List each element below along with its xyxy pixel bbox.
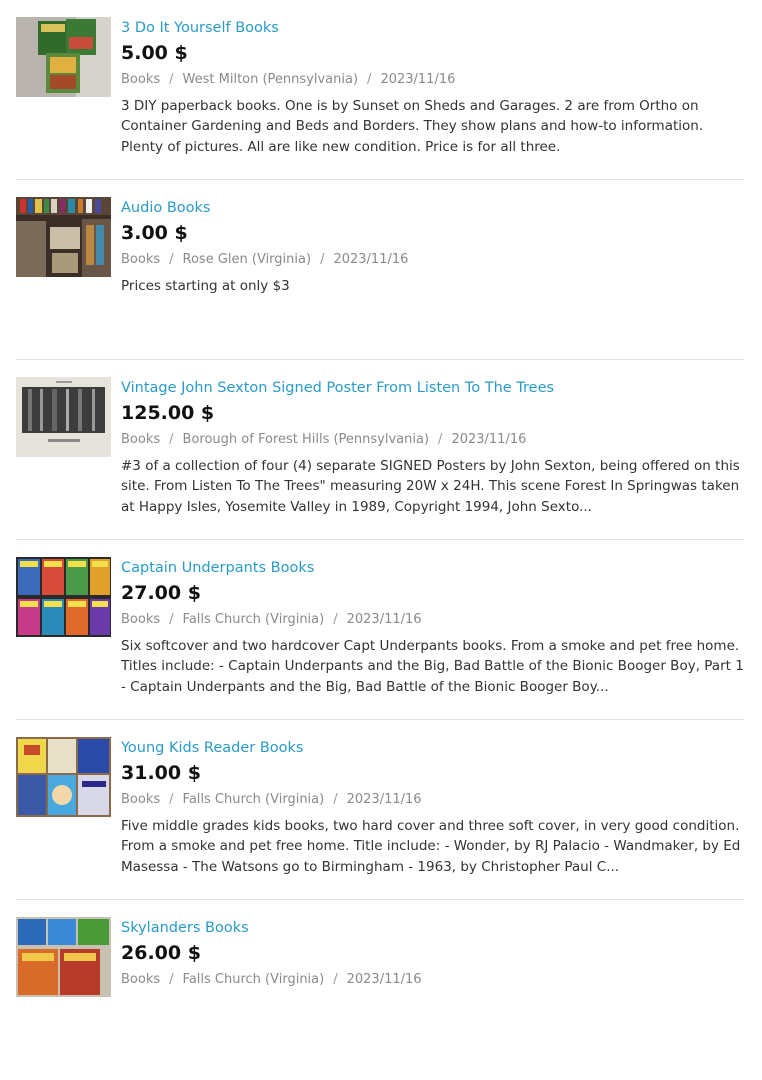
listing-title-link[interactable]: Audio Books [121,196,744,220]
listing-category[interactable]: Books [121,432,160,447]
listing-item: Audio Books 3.00 $ Books / Rose Glen (Virg… [16,180,744,360]
listing-category[interactable]: Books [121,612,160,627]
listing-thumbnail[interactable] [16,197,111,277]
listing-price: 3.00 $ [121,222,188,244]
meta-separator: / [333,972,338,987]
listing-title-link[interactable]: 3 Do It Yourself Books [121,16,744,40]
listing-meta: Books / Borough of Forest Hills (Pennsylva… [121,431,744,449]
listing-location: Falls Church (Virginia) [182,972,325,987]
kids-reader-books-photo-icon [16,737,111,817]
listing-category[interactable]: Books [121,792,160,807]
listing-category[interactable]: Books [121,972,160,987]
listing-title-link[interactable]: Vintage John Sexton Signed Poster From L… [121,376,744,400]
listing-item: Captain Underpants Books 27.00 $ Books / F… [16,540,744,720]
listing-price: 5.00 $ [121,42,188,64]
meta-separator: / [333,792,338,807]
listing-date: 2023/11/16 [451,432,527,447]
listing-description: #3 of a collection of four (4) separate … [121,458,740,515]
listing-location: Borough of Forest Hills (Pennsylvania) [182,432,430,447]
captain-underpants-books-photo-icon [16,557,111,637]
listing-thumbnail[interactable] [16,377,111,457]
listing-category[interactable]: Books [121,72,160,87]
listing-meta: Books / Falls Church (Virginia) / 2023/11/16 [121,791,744,809]
listing-description: Prices starting at only $3 [121,278,290,294]
meta-separator: / [169,432,174,447]
listing-price: 31.00 $ [121,762,201,784]
listing-date: 2023/11/16 [346,612,422,627]
listing-thumbnail[interactable] [16,917,111,997]
meta-separator: / [169,612,174,627]
listing-item: Young Kids Reader Books 31.00 $ Books / Fa… [16,720,744,900]
listing-meta: Books / Falls Church (Virginia) / 2023/11/16 [121,611,744,629]
listing-location: Falls Church (Virginia) [182,792,325,807]
meta-separator: / [367,72,372,87]
listing-thumbnail[interactable] [16,737,111,817]
listing-title-link[interactable]: Young Kids Reader Books [121,736,744,760]
listing-category[interactable]: Books [121,252,160,267]
diy-books-photo-icon [16,17,111,97]
meta-separator: / [438,432,443,447]
listing-meta: Books / Falls Church (Virginia) / 2023/11/16 [121,971,744,989]
meta-separator: / [320,252,325,267]
listing-date: 2023/11/16 [346,972,422,987]
listing-title-link[interactable]: Skylanders Books [121,916,744,940]
listing-thumbnail[interactable] [16,17,111,97]
meta-separator: / [169,792,174,807]
listing-item: 3 Do It Yourself Books 5.00 $ Books / West… [16,0,744,180]
listing-meta: Books / Rose Glen (Virginia) / 2023/11/16 [121,251,744,269]
listing-item: Skylanders Books 26.00 $ Books / Falls Chu… [16,900,744,1080]
listing-title-link[interactable]: Captain Underpants Books [121,556,744,580]
listing-price: 27.00 $ [121,582,201,604]
listing-location: Falls Church (Virginia) [182,612,325,627]
meta-separator: / [333,612,338,627]
listing-date: 2023/11/16 [333,252,409,267]
meta-separator: / [169,252,174,267]
listing-description: Six softcover and two hardcover Capt Und… [121,638,744,695]
listing-description: Five middle grades kids books, two hard … [121,818,741,875]
listing-date: 2023/11/16 [380,72,456,87]
listing-date: 2023/11/16 [346,792,422,807]
listing-location: Rose Glen (Virginia) [182,252,312,267]
skylanders-books-photo-icon [16,917,111,997]
meta-separator: / [169,72,174,87]
listing-thumbnail[interactable] [16,557,111,637]
listing-price: 125.00 $ [121,402,215,424]
listing-meta: Books / West Milton (Pennsylvania) / 2023/11… [121,71,744,89]
listing-location: West Milton (Pennsylvania) [182,72,359,87]
listing-price: 26.00 $ [121,942,201,964]
listing-item: Vintage John Sexton Signed Poster From L… [16,360,744,540]
audio-books-photo-icon [16,197,111,277]
listing-description: 3 DIY paperback books. One is by Sunset … [121,98,704,155]
meta-separator: / [169,972,174,987]
forest-poster-photo-icon [16,377,111,457]
